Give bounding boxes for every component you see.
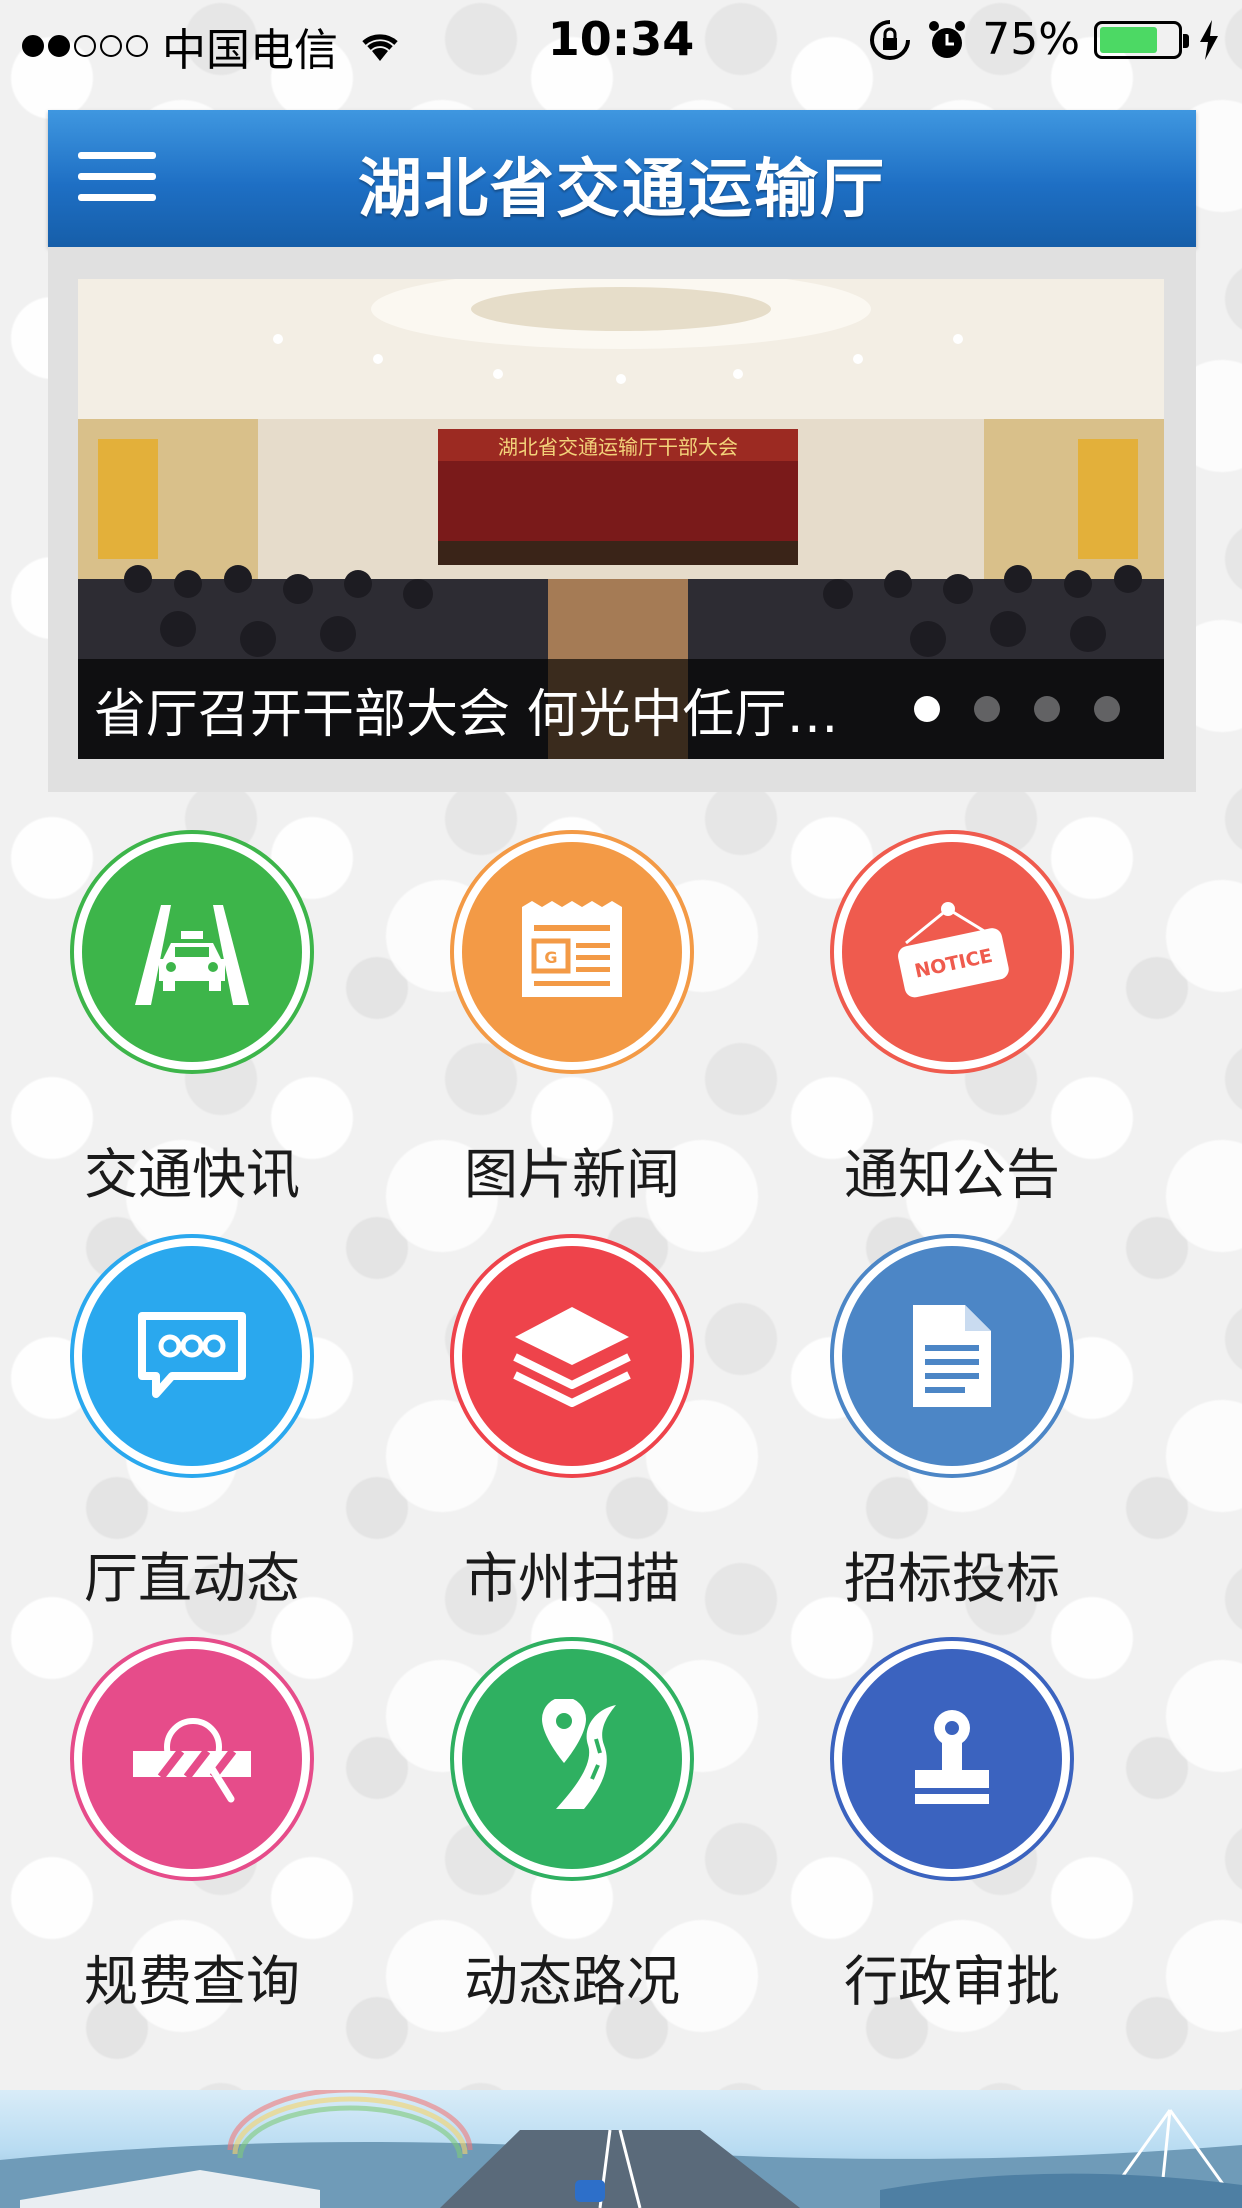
news-carousel: 湖北省交通运输厅干部大会 省厅召开干部大会 何光中任厅… xyxy=(48,247,1196,792)
highway-illustration xyxy=(0,2090,1242,2208)
alarm-icon xyxy=(929,20,966,58)
notice-sign-icon: NOTICE xyxy=(898,902,1009,998)
charging-icon xyxy=(1200,19,1218,60)
footer-banner xyxy=(0,2090,1242,2208)
grid-label: 市州扫描 xyxy=(464,1547,680,1610)
toll-barrier-icon xyxy=(133,1718,251,1803)
grid-label: 交通快讯 xyxy=(84,1143,300,1206)
stage-banner-text: 湖北省交通运输厅干部大会 xyxy=(498,435,738,459)
svg-text:G: G xyxy=(544,948,557,967)
orientation-lock-icon xyxy=(870,19,911,60)
page-title: 湖北省交通运输厅 xyxy=(358,153,886,227)
battery-percent: 75% xyxy=(982,14,1080,65)
grid-label: 通知公告 xyxy=(844,1143,1060,1206)
grid-label: 招标投标 xyxy=(844,1547,1060,1610)
road-location-icon xyxy=(542,1699,616,1809)
pager-dot[interactable] xyxy=(1034,696,1060,722)
chat-bubble-icon xyxy=(138,1312,246,1398)
pager-dot[interactable] xyxy=(974,696,1000,722)
grid-label: 动态路况 xyxy=(464,1950,680,2013)
status-right: 75% xyxy=(868,14,1222,65)
pager-dot[interactable] xyxy=(914,696,940,722)
document-icon xyxy=(913,1305,991,1407)
newspaper-icon: G xyxy=(522,901,622,997)
battery-icon xyxy=(1094,20,1189,59)
carousel-slide-image[interactable]: 湖北省交通运输厅干部大会 省厅召开干部大会 何光中任厅… xyxy=(78,279,1164,759)
grid-label: 规费查询 xyxy=(84,1950,300,2013)
carousel-caption-bar: 省厅召开干部大会 何光中任厅… xyxy=(78,659,1164,759)
status-bar: 中国电信 10:34 75% xyxy=(0,0,1242,82)
grid-label: 行政审批 xyxy=(844,1950,1060,2013)
grid-label: 厅直动态 xyxy=(84,1547,300,1610)
layers-icon xyxy=(513,1307,631,1407)
stamp-icon xyxy=(915,1710,989,1804)
carousel-caption[interactable]: 省厅召开干部大会 何光中任厅… xyxy=(94,672,874,747)
carousel-pager xyxy=(914,696,1120,722)
app-header: 湖北省交通运输厅 xyxy=(48,110,1196,247)
pager-dot[interactable] xyxy=(1094,696,1120,722)
grid-label: 图片新闻 xyxy=(464,1143,680,1206)
taxi-road-icon xyxy=(135,905,249,1005)
